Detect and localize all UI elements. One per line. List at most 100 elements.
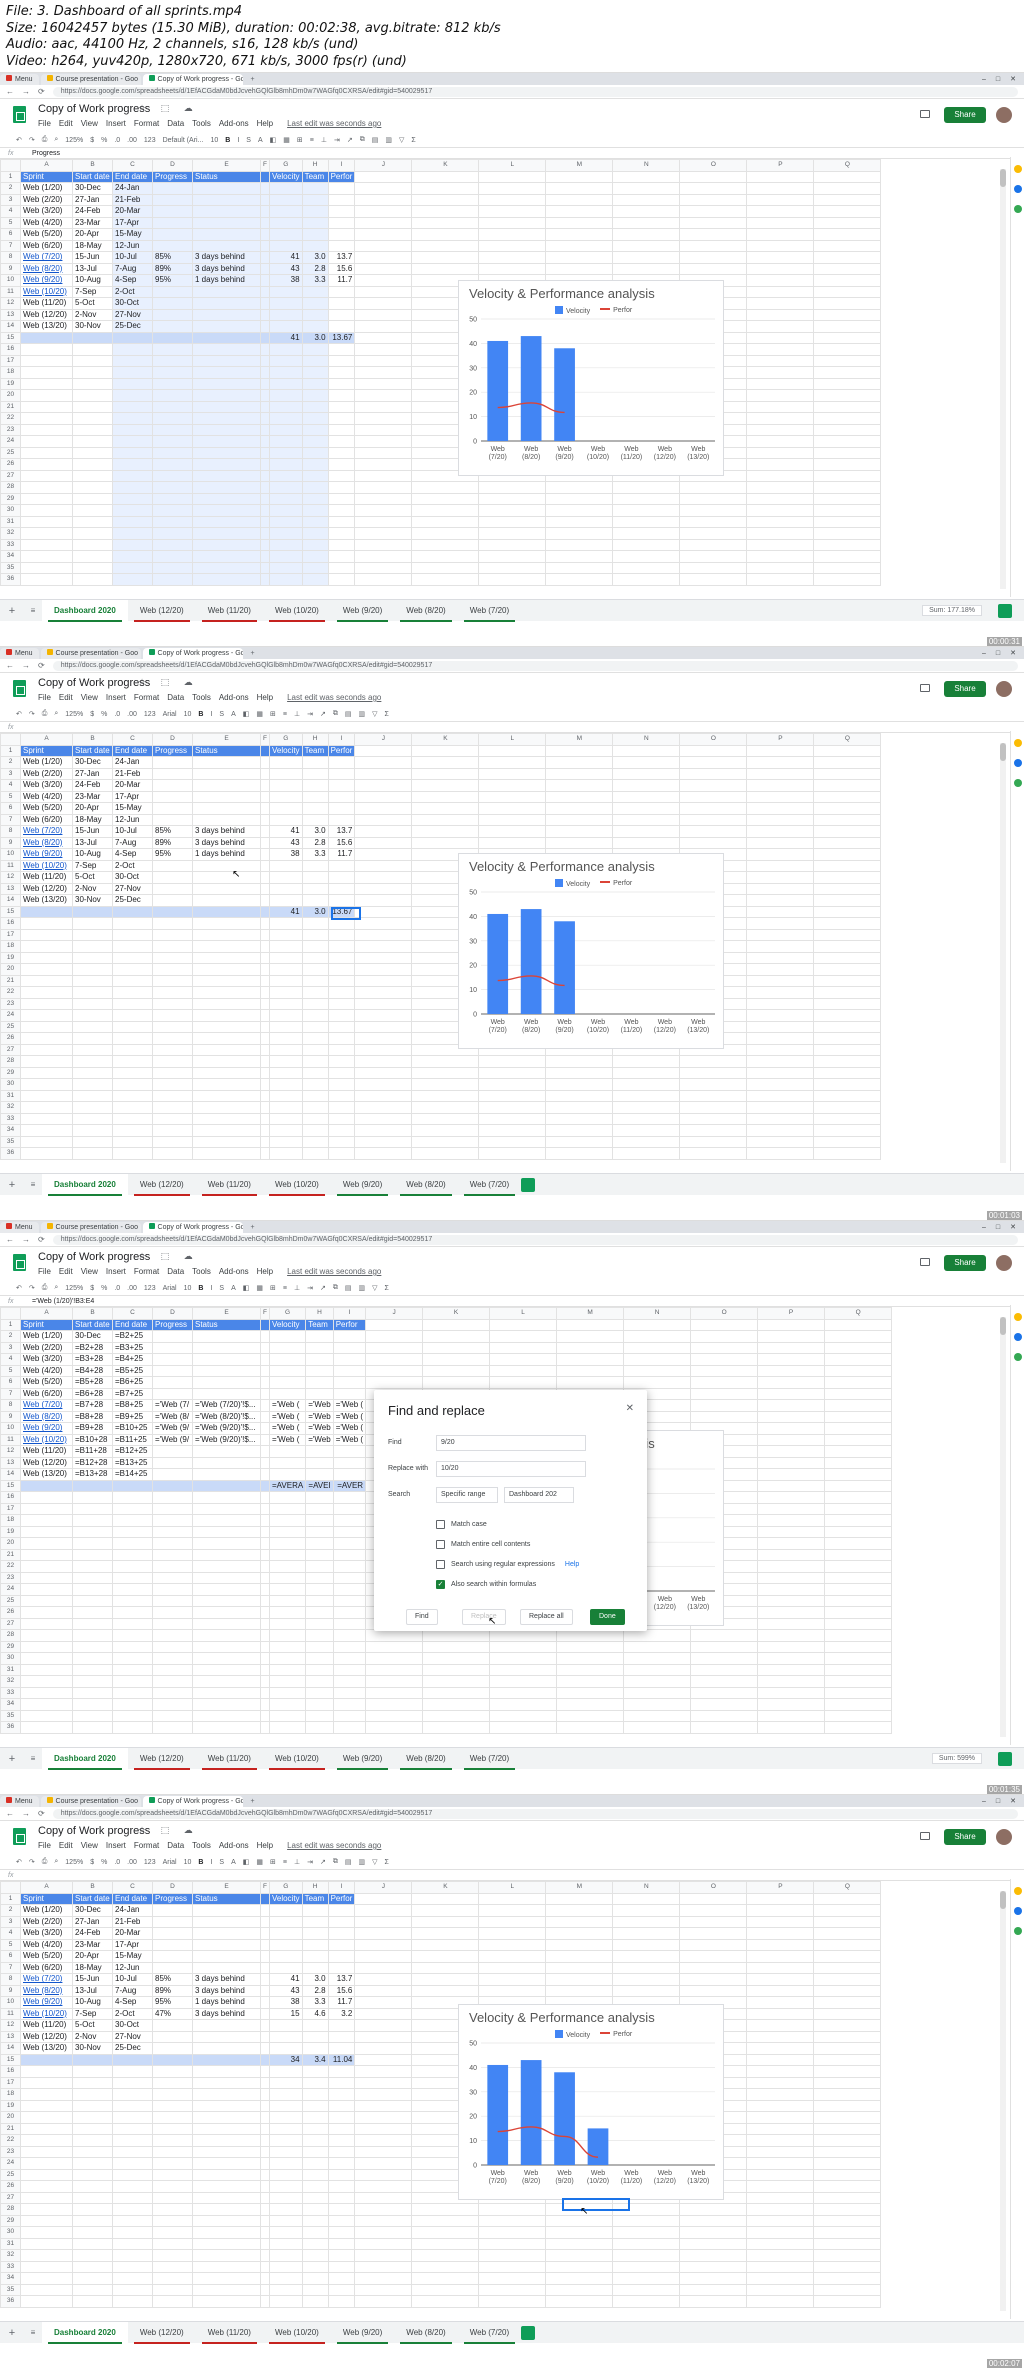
cell[interactable]	[305, 1571, 334, 1584]
progress-cell[interactable]	[152, 756, 193, 769]
cell[interactable]	[20, 1066, 73, 1079]
cell[interactable]	[327, 1055, 356, 1068]
cell[interactable]	[679, 1066, 748, 1079]
cell[interactable]	[556, 1330, 625, 1343]
row-number[interactable]: 17	[0, 928, 21, 941]
cell[interactable]	[152, 2180, 193, 2193]
cell[interactable]	[813, 504, 882, 517]
cell[interactable]	[268, 389, 303, 402]
sheet-tab[interactable]: Web (9/20)	[331, 1174, 394, 1196]
cell[interactable]	[354, 469, 413, 482]
cell[interactable]	[20, 2226, 73, 2239]
cell[interactable]	[824, 1652, 893, 1665]
cell[interactable]	[152, 1112, 193, 1125]
cell[interactable]	[690, 1629, 759, 1642]
performance-cell[interactable]	[327, 871, 356, 884]
cell[interactable]	[20, 1629, 73, 1642]
cell[interactable]	[192, 1514, 261, 1527]
all-sheets-icon[interactable]: ≡	[24, 2328, 42, 2337]
cell[interactable]	[20, 1020, 73, 1033]
sprint-cell[interactable]: Web (8/20)	[20, 262, 73, 275]
cell[interactable]	[260, 1629, 270, 1642]
cell[interactable]	[72, 504, 113, 517]
cell[interactable]	[112, 2214, 153, 2227]
cell[interactable]	[268, 538, 303, 551]
cell[interactable]	[354, 193, 413, 206]
cell[interactable]	[545, 193, 614, 206]
cell[interactable]	[260, 928, 270, 941]
cell[interactable]	[354, 2145, 413, 2158]
cell[interactable]	[354, 446, 413, 459]
cell[interactable]	[354, 262, 413, 275]
cell[interactable]	[813, 1892, 882, 1905]
cell[interactable]	[612, 550, 681, 563]
menu-edit[interactable]: Edit	[59, 693, 73, 702]
new-tab-button[interactable]: +	[245, 1796, 261, 1807]
cell[interactable]	[260, 492, 270, 505]
cell[interactable]	[72, 1101, 113, 1114]
cell[interactable]	[545, 182, 614, 195]
cell[interactable]	[192, 997, 261, 1010]
cell[interactable]	[72, 400, 113, 413]
cell[interactable]	[757, 1318, 826, 1331]
cell[interactable]	[301, 481, 329, 494]
velocity-cell[interactable]	[268, 767, 303, 780]
cell[interactable]	[72, 2203, 113, 2216]
cell[interactable]	[192, 446, 261, 459]
sheets-logo-icon[interactable]	[13, 1254, 26, 1271]
cell[interactable]	[152, 1124, 193, 1137]
row-number[interactable]: 27	[0, 469, 21, 482]
total-row-cell[interactable]	[20, 1479, 73, 1492]
cell[interactable]	[411, 2260, 480, 2273]
cell[interactable]	[268, 492, 303, 505]
cell[interactable]	[545, 1078, 614, 1091]
cell[interactable]	[757, 1594, 826, 1607]
total-row-cell[interactable]	[260, 905, 270, 918]
cell[interactable]	[72, 1675, 113, 1688]
cell[interactable]	[268, 366, 303, 379]
row-number[interactable]: 31	[0, 2237, 21, 2250]
start-date-cell[interactable]: 15-Jun	[72, 251, 113, 264]
filter-icon[interactable]: ▽	[372, 1284, 377, 1292]
wrap-icon[interactable]: ⇥	[307, 1858, 313, 1866]
total-row-cell[interactable]	[20, 905, 73, 918]
cell[interactable]	[354, 251, 413, 264]
sheet-tab[interactable]: Dashboard 2020	[42, 1747, 128, 1770]
cell[interactable]	[72, 2145, 113, 2158]
cell[interactable]	[813, 894, 882, 907]
cell[interactable]	[354, 515, 413, 528]
cell[interactable]	[152, 435, 193, 448]
end-date-cell[interactable]: 30-Oct	[112, 871, 153, 884]
fill-color-icon[interactable]: ◧	[243, 1284, 250, 1292]
velocity-cell[interactable]	[268, 859, 303, 872]
row-number[interactable]: 15	[0, 905, 21, 918]
cell[interactable]	[354, 928, 413, 941]
cell[interactable]	[813, 2249, 882, 2262]
cell[interactable]	[757, 1709, 826, 1722]
cell[interactable]	[152, 2076, 193, 2089]
cell[interactable]	[20, 1009, 73, 1022]
cell[interactable]	[354, 216, 413, 229]
progress-cell[interactable]	[152, 285, 193, 298]
cell[interactable]	[112, 1663, 153, 1676]
cell[interactable]	[72, 1560, 113, 1573]
menu-tools[interactable]: Tools	[192, 1841, 211, 1850]
cell[interactable]	[556, 1709, 625, 1722]
cell[interactable]	[411, 1950, 480, 1963]
cell[interactable]	[354, 2283, 413, 2296]
italic-button[interactable]: I	[210, 1285, 212, 1292]
cell[interactable]	[260, 481, 270, 494]
status-cell[interactable]	[192, 205, 261, 218]
cell[interactable]	[679, 515, 748, 528]
cell[interactable]	[301, 400, 329, 413]
cell[interactable]	[327, 343, 356, 356]
cell[interactable]	[813, 435, 882, 448]
cell[interactable]	[422, 1629, 491, 1642]
performance-cell[interactable]	[332, 1445, 367, 1458]
cell[interactable]	[746, 1892, 815, 1905]
cell[interactable]	[332, 1698, 367, 1711]
cell[interactable]	[152, 1629, 193, 1642]
cell[interactable]	[545, 481, 614, 494]
cell[interactable]	[192, 2237, 261, 2250]
valign-icon[interactable]: ⊥	[294, 1858, 300, 1866]
